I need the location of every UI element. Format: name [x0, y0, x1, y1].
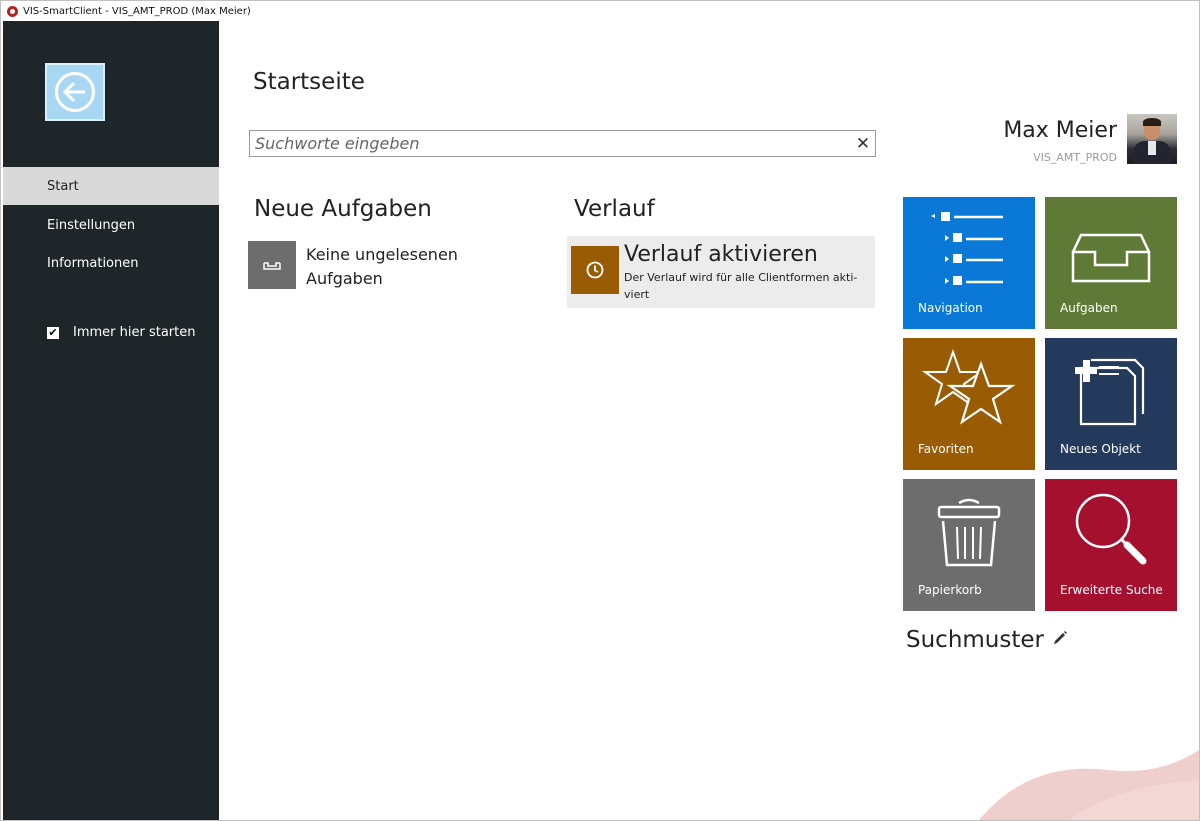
search-box: ✕ — [249, 130, 876, 157]
tile-label: Papierkorb — [918, 583, 982, 597]
tile-papierkorb[interactable]: Papierkorb — [903, 479, 1035, 611]
checkbox-checked-icon[interactable]: ✔ — [47, 326, 59, 339]
tile-label: Erweiterte Suche — [1060, 583, 1163, 597]
clock-icon — [571, 246, 619, 294]
sidebar-item-start[interactable]: Start — [3, 167, 219, 205]
window-title: VIS-SmartClient - VIS_AMT_PROD (Max Meie… — [23, 5, 251, 17]
pencil-icon[interactable] — [1052, 630, 1068, 650]
activate-history-button[interactable]: Verlauf aktivieren Der Verlauf wird für … — [567, 236, 875, 308]
page-title: Startseite — [253, 69, 365, 95]
back-button[interactable] — [45, 63, 105, 121]
sidebar-item-label: Start — [47, 178, 79, 194]
clear-search-icon[interactable]: ✕ — [851, 132, 875, 156]
tile-neues-objekt[interactable]: Neues Objekt — [1045, 338, 1177, 470]
back-arrow-icon — [55, 72, 95, 112]
tasks-section-title: Neue Aufgaben — [254, 196, 432, 222]
user-name: Max Meier — [1003, 118, 1117, 143]
always-start-label: Immer hier starten — [73, 325, 196, 340]
sidebar-item-label: Einstellungen — [47, 217, 136, 233]
app-window: VIS-SmartClient - VIS_AMT_PROD (Max Meie… — [0, 0, 1200, 821]
sidebar-item-einstellungen[interactable]: Einstellungen — [3, 206, 219, 244]
history-section-title: Verlauf — [574, 196, 655, 222]
tile-label: Aufgaben — [1060, 301, 1118, 315]
user-environment: VIS_AMT_PROD — [1033, 151, 1117, 164]
search-patterns-title: Suchmuster — [906, 627, 1044, 653]
tile-aufgaben[interactable]: Aufgaben — [1045, 197, 1177, 329]
tile-navigation[interactable]: Navigation — [903, 197, 1035, 329]
always-start-checkbox[interactable]: ✔ Immer hier starten — [47, 325, 195, 340]
tile-favoriten[interactable]: Favoriten — [903, 338, 1035, 470]
tasks-empty-item[interactable]: Keine ungelesenen Aufgaben — [248, 241, 486, 291]
tile-erweiterte-suche[interactable]: Erweiterte Suche — [1045, 479, 1177, 611]
decorative-waves — [979, 750, 1199, 820]
sidebar-item-label: Informationen — [47, 255, 139, 271]
tile-label: Neues Objekt — [1060, 442, 1141, 456]
history-action-subtitle: Der Verlauf wird für alle Clientformen a… — [624, 271, 858, 301]
history-action-title: Verlauf aktivieren — [624, 242, 818, 267]
title-bar: VIS-SmartClient - VIS_AMT_PROD (Max Meie… — [1, 1, 1199, 21]
inbox-icon — [248, 241, 296, 289]
tasks-empty-text: Keine ungelesenen Aufgaben — [306, 245, 458, 288]
search-patterns: Suchmuster — [906, 627, 1068, 653]
tile-label: Navigation — [918, 301, 983, 315]
sidebar-item-informationen[interactable]: Informationen — [3, 244, 219, 282]
app-logo-icon — [7, 5, 18, 17]
avatar[interactable] — [1127, 114, 1177, 164]
tile-label: Favoriten — [918, 442, 974, 456]
sidebar: Start Einstellungen Informationen ✔ Imme… — [3, 21, 219, 820]
search-input[interactable] — [250, 134, 851, 153]
